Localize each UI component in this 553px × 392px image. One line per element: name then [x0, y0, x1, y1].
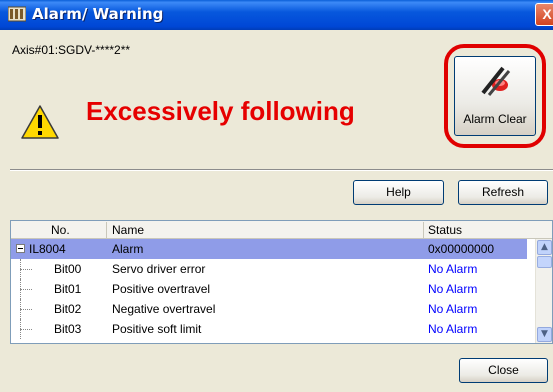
- table-row[interactable]: Bit00 Servo driver error No Alarm: [11, 259, 527, 279]
- cell-no: Bit01: [54, 282, 82, 296]
- help-button[interactable]: Help: [353, 180, 444, 205]
- column-header-name[interactable]: Name: [112, 223, 144, 237]
- window-close-icon[interactable]: X: [535, 3, 553, 26]
- cell-status: 0x00000000: [428, 242, 495, 256]
- cell-no: IL8004: [29, 242, 66, 256]
- separator-line: [10, 169, 553, 171]
- scroll-up-arrow-icon[interactable]: ▲: [537, 240, 552, 255]
- cell-status: No Alarm: [428, 302, 478, 316]
- column-header-status[interactable]: Status: [428, 223, 462, 237]
- column-header-no[interactable]: No.: [51, 223, 70, 237]
- collapse-icon[interactable]: [16, 244, 25, 253]
- alarm-table[interactable]: No. Name Status IL8004 Alarm 0x00000000 …: [10, 220, 553, 344]
- cell-status: No Alarm: [428, 322, 478, 336]
- title-bar[interactable]: Alarm/ Warning X: [0, 0, 553, 30]
- alarm-warning-window: Alarm/ Warning X Axis#01:SGDV-****2** Ex…: [0, 0, 553, 392]
- cell-no: Bit00: [54, 262, 82, 276]
- table-row[interactable]: Bit03 Positive soft limit No Alarm: [11, 319, 527, 339]
- refresh-button[interactable]: Refresh: [458, 180, 548, 205]
- alarm-clear-button[interactable]: Alarm Clear: [454, 56, 536, 136]
- app-icon: [8, 6, 26, 22]
- alarm-message: Excessively following: [86, 96, 355, 126]
- scroll-down-arrow-icon[interactable]: ▼: [537, 327, 552, 342]
- cell-no: Bit02: [54, 302, 82, 316]
- cell-name: Servo driver error: [112, 262, 206, 276]
- alarm-clear-label: Alarm Clear: [463, 112, 527, 126]
- cell-status: No Alarm: [428, 282, 478, 296]
- table-row[interactable]: Bit01 Positive overtravel No Alarm: [11, 279, 527, 299]
- cell-name: Positive soft limit: [112, 322, 202, 336]
- cell-name: Alarm: [112, 242, 144, 256]
- close-button[interactable]: Close: [459, 358, 548, 383]
- cell-no: Bit03: [54, 322, 82, 336]
- vertical-scrollbar[interactable]: ▲ ▼: [535, 239, 552, 343]
- table-row[interactable]: IL8004 Alarm 0x00000000: [11, 239, 527, 259]
- window-title: Alarm/ Warning: [32, 5, 164, 23]
- alarm-clear-icon: [481, 66, 511, 96]
- cell-name: Positive overtravel: [112, 282, 211, 296]
- table-row[interactable]: Bit02 Negative overtravel No Alarm: [11, 299, 527, 319]
- cell-name: Negative overtravel: [112, 302, 216, 316]
- scroll-thumb[interactable]: [537, 256, 552, 268]
- table-header: No. Name Status: [11, 221, 552, 239]
- axis-label: Axis#01:SGDV-****2**: [12, 43, 131, 57]
- warning-triangle-icon: [21, 105, 59, 139]
- cell-status: No Alarm: [428, 262, 478, 276]
